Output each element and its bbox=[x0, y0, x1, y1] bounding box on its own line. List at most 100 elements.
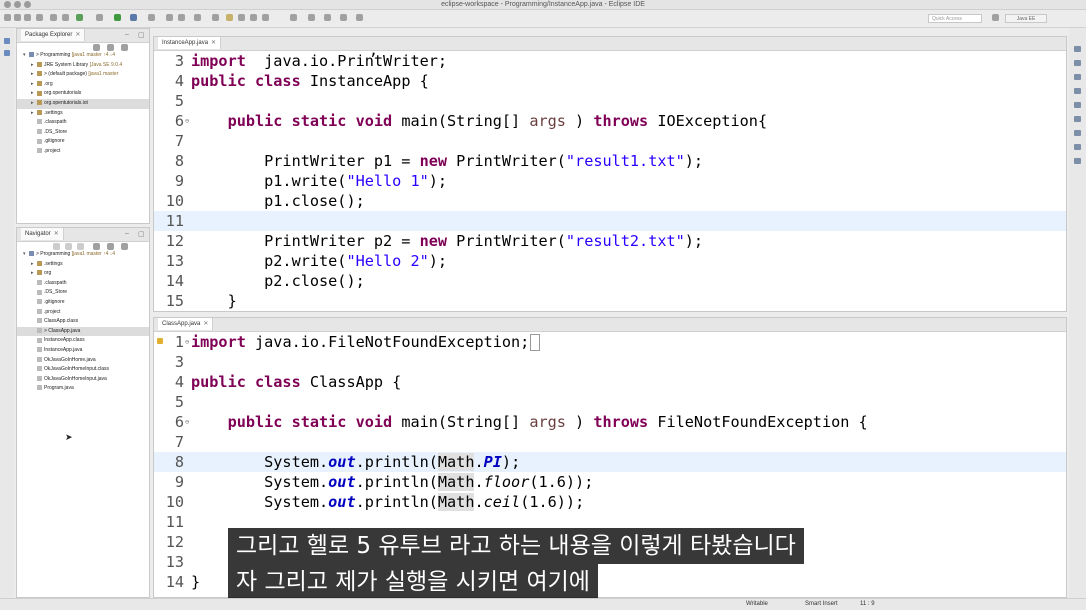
code-line[interactable]: 11 bbox=[154, 211, 1066, 231]
link-with-editor-icon[interactable] bbox=[107, 44, 114, 51]
package-explorer-tab[interactable]: Package Explorer ✕ bbox=[21, 29, 86, 41]
previous-annotation-icon[interactable] bbox=[308, 14, 315, 21]
code-line[interactable]: 8 PrintWriter p1 = new PrintWriter("resu… bbox=[154, 151, 1066, 171]
paragraph-icon[interactable] bbox=[262, 14, 269, 21]
code-line[interactable]: 6 ⊖ public static void main(String[] args… bbox=[154, 412, 1066, 432]
view-menu-icon[interactable] bbox=[121, 44, 128, 51]
open-type-icon[interactable] bbox=[50, 14, 57, 21]
up-icon[interactable] bbox=[77, 243, 84, 250]
new-class-icon[interactable] bbox=[178, 14, 185, 21]
skip-breakpoints-icon[interactable] bbox=[96, 14, 103, 21]
maximize-icon[interactable]: ▢ bbox=[138, 230, 145, 238]
code-line[interactable]: 4 public class ClassApp { bbox=[154, 372, 1066, 392]
forward-icon[interactable] bbox=[340, 14, 347, 21]
open-perspective-icon[interactable] bbox=[992, 14, 999, 21]
external-tools-icon[interactable] bbox=[148, 14, 155, 21]
link-with-editor-icon[interactable] bbox=[107, 243, 114, 250]
problems-icon[interactable] bbox=[1074, 74, 1081, 80]
code-line[interactable]: 4 public class InstanceApp { bbox=[154, 71, 1066, 91]
tab-classapp-java[interactable]: ClassApp.java ✕ bbox=[158, 318, 214, 330]
tree-item[interactable]: .project bbox=[17, 147, 149, 157]
debug-icon[interactable] bbox=[76, 14, 83, 21]
tree-item[interactable]: OkJavaGoInHomeInput.java bbox=[17, 375, 149, 385]
view-menu-icon[interactable] bbox=[121, 243, 128, 250]
code-line[interactable]: 10 System.out.println(Math.ceil(1.6)); bbox=[154, 492, 1066, 512]
tree-item[interactable]: ▾ > Programming [java1 master ↑4 ↓4 bbox=[17, 51, 149, 61]
tree-item[interactable]: ▸ > (default package) [java1 master bbox=[17, 70, 149, 80]
collapse-all-icon[interactable] bbox=[93, 44, 100, 51]
tree-item[interactable]: .project bbox=[17, 308, 149, 318]
code-line[interactable]: 9 System.out.println(Math.floor(1.6)); bbox=[154, 472, 1066, 492]
declaration-icon[interactable] bbox=[1074, 102, 1081, 108]
back-icon[interactable] bbox=[53, 243, 60, 250]
outline-icon[interactable] bbox=[1074, 46, 1081, 52]
collapse-all-icon[interactable] bbox=[93, 243, 100, 250]
code-line[interactable]: 7 bbox=[154, 432, 1066, 452]
tree-item[interactable]: .classpath bbox=[17, 279, 149, 289]
minimized-view-icon[interactable] bbox=[4, 50, 10, 56]
maximize-icon[interactable]: ▢ bbox=[138, 31, 145, 39]
code-line[interactable]: 3 import java.io.PrintWriter; bbox=[154, 51, 1066, 71]
code-line[interactable]: 12 PrintWriter p2 = new PrintWriter("res… bbox=[154, 231, 1066, 251]
toggle-mark-occurrences-icon[interactable] bbox=[212, 14, 219, 21]
tree-item[interactable]: ▸ .settings bbox=[17, 109, 149, 119]
run-icon[interactable] bbox=[114, 14, 121, 21]
console-icon[interactable] bbox=[1074, 144, 1081, 150]
minimize-icon[interactable]: – bbox=[125, 31, 129, 38]
tree-item[interactable]: ▾ > Programming [java1 master ↑4 ↓4 bbox=[17, 250, 149, 260]
code-line[interactable]: 15 } bbox=[154, 291, 1066, 311]
tab-instanceapp-java[interactable]: InstanceApp.java ✕ bbox=[158, 37, 222, 49]
quick-access-input[interactable]: Quick Access bbox=[928, 14, 982, 23]
block-selection-icon[interactable] bbox=[250, 14, 257, 21]
progress-icon[interactable] bbox=[1074, 158, 1081, 164]
data-source-icon[interactable] bbox=[1074, 130, 1081, 136]
save-icon[interactable] bbox=[14, 14, 21, 21]
pin-editor-icon[interactable] bbox=[356, 14, 363, 21]
code-line[interactable]: 1 ⊖ import java.io.FileNotFoundException; bbox=[154, 332, 1066, 352]
fold-toggle-icon[interactable]: ⊖ bbox=[185, 332, 189, 352]
tree-item[interactable]: .DS_Store bbox=[17, 128, 149, 138]
search-icon[interactable] bbox=[194, 14, 201, 21]
tree-item[interactable]: .gitignore bbox=[17, 298, 149, 308]
tree-item[interactable]: > ClassApp.java bbox=[17, 326, 149, 337]
tree-item[interactable]: ClassApp.class bbox=[17, 317, 149, 327]
code-line[interactable]: 5 bbox=[154, 91, 1066, 111]
new-java-project-icon[interactable] bbox=[166, 14, 173, 21]
navigator-tab[interactable]: Navigator ✕ bbox=[21, 228, 64, 240]
tree-item[interactable]: ▸ .settings bbox=[17, 260, 149, 270]
tree-item[interactable]: ▸ org.opentutorials.iot bbox=[17, 98, 149, 109]
tree-item[interactable]: ▸ org.opentutorials bbox=[17, 89, 149, 99]
code-line[interactable]: 10 p1.close(); bbox=[154, 191, 1066, 211]
fold-toggle-icon[interactable]: ⊖ bbox=[185, 412, 189, 432]
tree-item[interactable]: OkJavaGoInHomeInput.class bbox=[17, 365, 149, 375]
tree-item[interactable]: ▸ org bbox=[17, 269, 149, 279]
tree-item[interactable]: ▸ .org bbox=[17, 80, 149, 90]
tree-item[interactable]: OkJavaGoInHome.java bbox=[17, 356, 149, 366]
code-area[interactable]: , 3 import java.io.PrintWriter; 4 public cl… bbox=[154, 41, 1066, 311]
code-line[interactable]: 7 bbox=[154, 131, 1066, 151]
show-whitespace-icon[interactable] bbox=[238, 14, 245, 21]
close-icon[interactable]: ✕ bbox=[203, 321, 208, 327]
forward-icon[interactable] bbox=[65, 243, 72, 250]
close-icon[interactable]: ✕ bbox=[54, 231, 59, 237]
task-list-icon[interactable] bbox=[1074, 60, 1081, 66]
code-line[interactable]: 9 p1.write("Hello 1"); bbox=[154, 171, 1066, 191]
minimize-icon[interactable]: – bbox=[125, 230, 129, 237]
code-line[interactable]: 5 bbox=[154, 392, 1066, 412]
tree-item[interactable]: InstanceApp.java bbox=[17, 346, 149, 356]
restore-icon[interactable] bbox=[4, 38, 10, 44]
coverage-icon[interactable] bbox=[130, 14, 137, 21]
tree-item[interactable]: .DS_Store bbox=[17, 288, 149, 298]
tree-item[interactable]: Program.java bbox=[17, 384, 149, 394]
back-icon[interactable] bbox=[324, 14, 331, 21]
code-line[interactable]: 8 System.out.println(Math.PI); bbox=[154, 452, 1066, 472]
save-all-icon[interactable] bbox=[24, 14, 31, 21]
javadoc-icon[interactable] bbox=[1074, 88, 1081, 94]
code-line[interactable]: 13 p2.write("Hello 2"); bbox=[154, 251, 1066, 271]
tree-item[interactable]: ▸ JRE System Library [Java SE 9.0.4 bbox=[17, 61, 149, 71]
code-line[interactable]: 6 ⊖ public static void main(String[] args… bbox=[154, 111, 1066, 131]
close-icon[interactable]: ✕ bbox=[75, 32, 80, 38]
servers-icon[interactable] bbox=[1074, 116, 1081, 122]
next-annotation-icon[interactable] bbox=[290, 14, 297, 21]
perspective-switcher[interactable]: Java EE bbox=[1005, 14, 1047, 23]
